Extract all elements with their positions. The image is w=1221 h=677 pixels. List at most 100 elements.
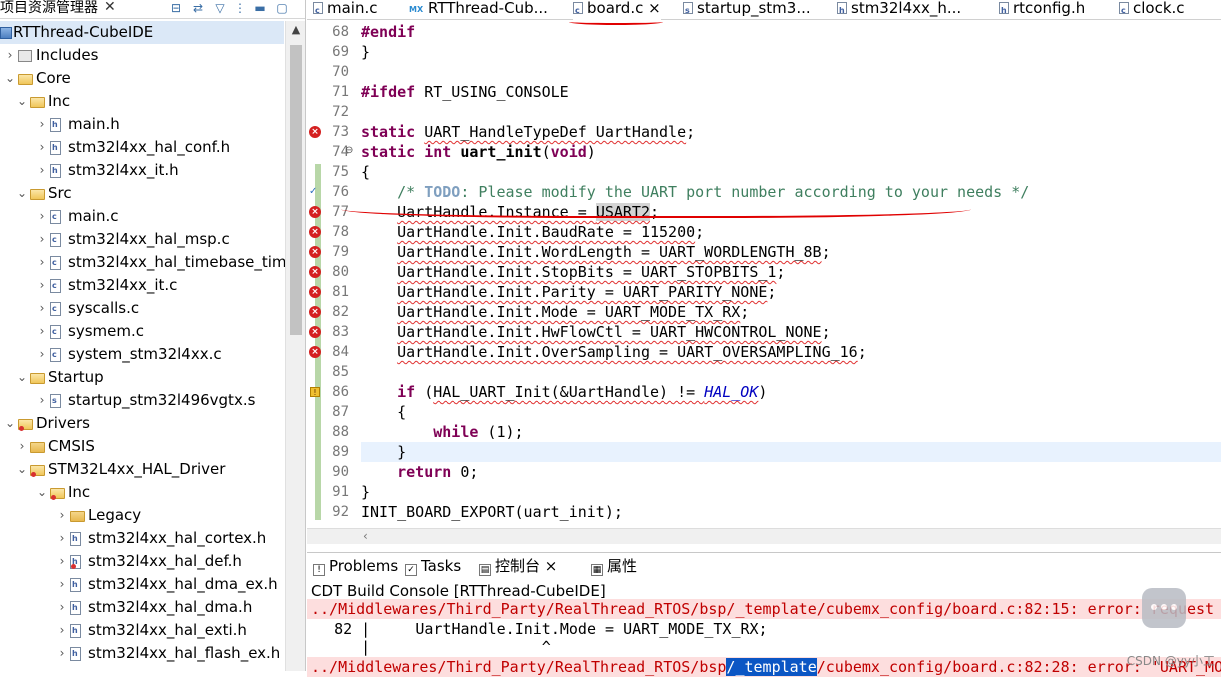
code-line[interactable]: UartHandle.Init.StopBits = UART_STOPBITS… [361,262,785,282]
error-marker-icon[interactable]: × [309,326,321,338]
editor-tab[interactable]: s startup_stm3... [683,0,811,20]
code-line[interactable]: } [361,482,370,502]
console-caret-line[interactable]: | ^ [307,637,1221,657]
editor-tab[interactable]: c board.c × [573,0,661,20]
close-icon[interactable]: × [540,557,558,575]
console-tab[interactable]: ! Problems [313,555,398,577]
console-error-line[interactable]: ../Middlewares/Third_Party/RealThread_RT… [307,657,1221,677]
console-tab[interactable]: ▤ 控制台 × [479,555,557,577]
code-line[interactable]: } [361,442,1221,462]
chevron-right-icon[interactable]: › [36,297,48,320]
chevron-down-icon[interactable]: ⌄ [16,182,28,205]
code-line[interactable]: UartHandle.Init.Mode = UART_MODE_TX_RX; [361,302,749,322]
scroll-left-icon[interactable]: ‹ [363,529,368,543]
console-error-line[interactable]: ../Middlewares/Third_Party/RealThread_RT… [307,599,1221,619]
editor-tab[interactable]: h stm32l4xx_h... [837,0,961,20]
code-line[interactable]: } [361,42,370,62]
editor-tab[interactable]: MX RTThread-Cub... [409,0,548,20]
console-tab[interactable]: ▦ 属性 [591,555,637,577]
code-token: UART_HandleTypeDef UartHandle [424,123,687,141]
code-line[interactable]: #endif [361,22,415,42]
chevron-right-icon[interactable]: › [56,504,68,527]
chevron-right-icon[interactable]: › [56,642,68,665]
code-line[interactable]: while (1); [361,422,523,442]
code-line[interactable]: static UART_HandleTypeDef UartHandle; [361,122,695,142]
chevron-right-icon[interactable]: › [36,251,48,274]
code-line[interactable]: UartHandle.Init.BaudRate = 115200; [361,222,704,242]
chevron-down-icon[interactable]: ⌄ [16,366,28,389]
explorer-scrollbar[interactable]: ▲ [285,21,305,671]
tree-item[interactable]: RTThread-CubeIDE [0,21,284,44]
code-token: static [361,123,416,141]
minimize-icon[interactable]: ▬ [252,0,268,16]
code-line[interactable]: static int uart_init(void) [361,142,596,162]
tree-item-label: stm32l4xx_hal_dma.h [88,598,253,616]
editor-tab[interactable]: h rtconfig.h [999,0,1085,20]
explorer-tab[interactable]: 项目资源管理器 ✕ [0,0,122,19]
console-source-line[interactable]: 82 | UartHandle.Init.Mode = UART_MODE_TX… [307,619,1221,639]
task-marker-icon[interactable]: ✓ [309,186,321,198]
chevron-right-icon[interactable]: › [36,205,48,228]
error-marker-icon[interactable]: × [309,306,321,318]
scroll-thumb[interactable] [290,45,302,335]
chat-bubble-icon[interactable] [1142,588,1186,628]
collapse-all-icon[interactable]: ⊟ [168,0,184,16]
code-line[interactable]: #ifdef RT_USING_CONSOLE [361,82,569,102]
chevron-down-icon[interactable]: ⌄ [16,90,28,113]
chevron-right-icon[interactable]: › [36,159,48,182]
chevron-right-icon[interactable]: › [36,136,48,159]
code-area[interactable]: #endif} #ifdef RT_USING_CONSOLEstatic UAR… [361,20,1221,528]
editor-tab[interactable]: c clock.c [1119,0,1185,20]
chevron-down-icon[interactable]: ⌄ [16,458,28,481]
editor-tab-label: RTThread-Cub... [428,0,548,17]
scroll-up-icon[interactable]: ▲ [286,21,305,39]
close-icon[interactable]: ✕ [104,0,116,16]
code-line[interactable]: { [361,162,370,182]
editor-tab[interactable]: c main.c [313,0,378,20]
code-line[interactable]: { [361,402,406,422]
view-menu-icon[interactable]: ⋮ [232,0,248,16]
maximize-icon[interactable]: ▢ [274,0,290,16]
chevron-right-icon[interactable]: › [36,274,48,297]
warning-marker-icon[interactable]: ! [310,387,320,397]
chevron-right-icon[interactable]: › [56,619,68,642]
code-line[interactable]: return 0; [361,462,478,482]
error-marker-icon[interactable]: × [309,266,321,278]
console-tab[interactable]: ✓ Tasks [405,555,461,577]
code-line[interactable]: INIT_BOARD_EXPORT(uart_init); [361,502,623,522]
chevron-down-icon[interactable]: ⌄ [36,481,48,504]
chevron-right-icon[interactable]: › [36,228,48,251]
editor-tab-label: stm32l4xx_h... [851,0,962,17]
filter-icon[interactable]: ▽ [212,0,228,16]
code-line[interactable]: UartHandle.Init.Parity = UART_PARITY_NON… [361,282,776,302]
chevron-right-icon[interactable]: › [36,320,48,343]
code-line[interactable]: UartHandle.Init.OverSampling = UART_OVER… [361,342,867,362]
chevron-right-icon[interactable]: › [4,44,16,67]
chevron-right-icon[interactable]: › [36,389,48,412]
error-marker-icon[interactable]: × [309,246,321,258]
chevron-right-icon[interactable]: › [56,573,68,596]
chevron-right-icon[interactable]: › [16,435,28,458]
error-marker-icon[interactable]: × [309,286,321,298]
horizontal-scrollbar[interactable]: ‹ [307,528,1221,544]
error-marker-icon[interactable]: × [309,206,321,218]
link-editor-icon[interactable]: ⇄ [190,0,206,16]
chevron-right-icon[interactable]: › [56,527,68,550]
chevron-down-icon[interactable]: ⌄ [4,67,16,90]
chevron-right-icon[interactable]: › [56,596,68,619]
chevron-right-icon[interactable]: › [36,343,48,366]
code-token: 0; [451,463,479,481]
close-icon[interactable]: × [643,0,661,17]
code-line[interactable]: UartHandle.Init.WordLength = UART_WORDLE… [361,242,830,262]
fold-toggle-icon[interactable]: ⊖ [345,145,353,156]
code-token: ; [821,323,831,341]
code-line[interactable]: UartHandle.Init.HwFlowCtl = UART_HWCONTR… [361,322,831,342]
code-line[interactable]: if (HAL_UART_Init(&UartHandle) != HAL_OK… [361,382,767,402]
error-marker-icon[interactable]: × [309,346,321,358]
chevron-right-icon[interactable]: › [36,113,48,136]
chevron-down-icon[interactable]: ⌄ [4,412,16,435]
error-marker-icon[interactable]: × [309,126,321,138]
error-marker-icon[interactable]: × [309,226,321,238]
chevron-right-icon[interactable]: › [56,550,68,573]
